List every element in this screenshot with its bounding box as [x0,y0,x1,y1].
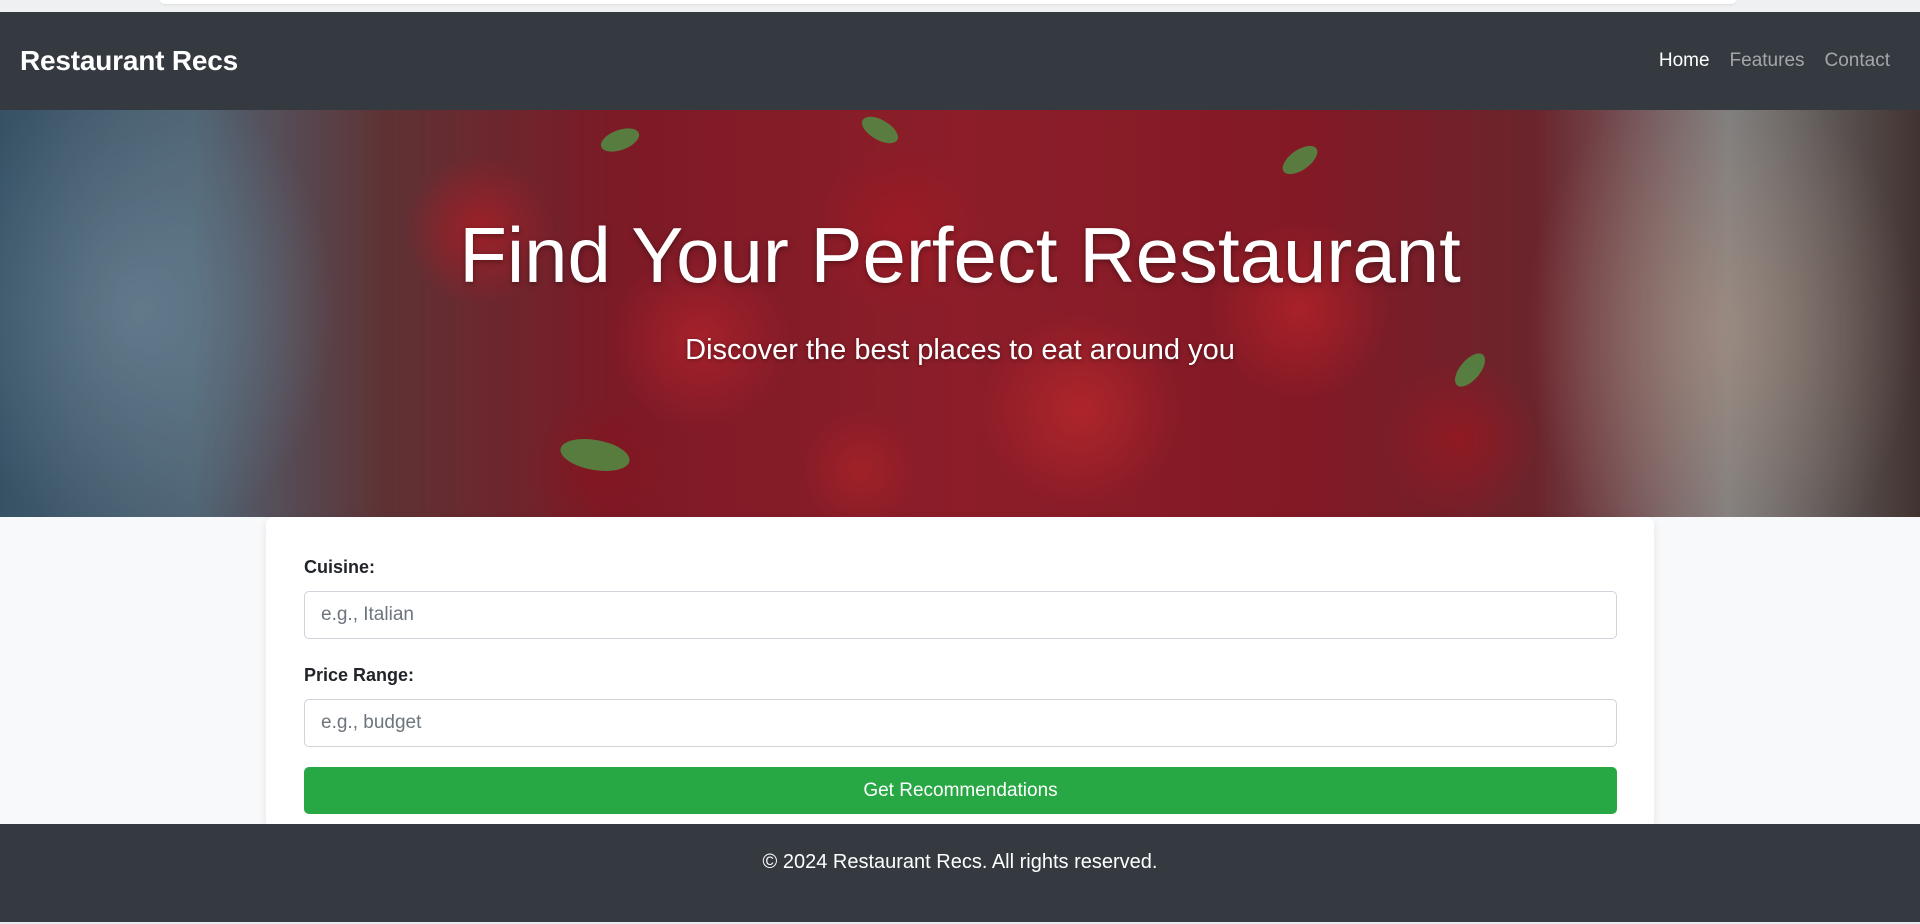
hero-banner: Find Your Perfect Restaurant Discover th… [0,110,1920,517]
get-recommendations-button[interactable]: Get Recommendations [304,767,1617,814]
price-range-input[interactable] [304,699,1617,747]
cuisine-label: Cuisine: [304,557,376,577]
cuisine-field-group: Cuisine: [304,557,1617,639]
nav-link-contact[interactable]: Contact [1825,50,1890,72]
nav-link-home[interactable]: Home [1659,50,1710,72]
price-range-label: Price Range: [304,665,415,685]
nav-link-features[interactable]: Features [1730,50,1805,72]
footer: © 2024 Restaurant Recs. All rights reser… [0,824,1920,924]
navbar: Restaurant Recs Home Features Contact [0,12,1920,110]
browser-top-strip [0,0,1920,12]
scroll-indicator [160,0,1736,4]
footer-copyright: © 2024 Restaurant Recs. All rights reser… [762,850,1158,873]
hero-subtitle: Discover the best places to eat around y… [685,334,1235,366]
nav-links: Home Features Contact [1659,50,1890,72]
brand-link[interactable]: Restaurant Recs [20,45,238,77]
recommendation-form: Cuisine: Price Range: Get Recommendation… [266,517,1654,833]
hero-title: Find Your Perfect Restaurant [459,211,1461,299]
price-field-group: Price Range: [304,665,1617,747]
cuisine-input[interactable] [304,591,1617,639]
hero-overlay [0,110,1920,517]
